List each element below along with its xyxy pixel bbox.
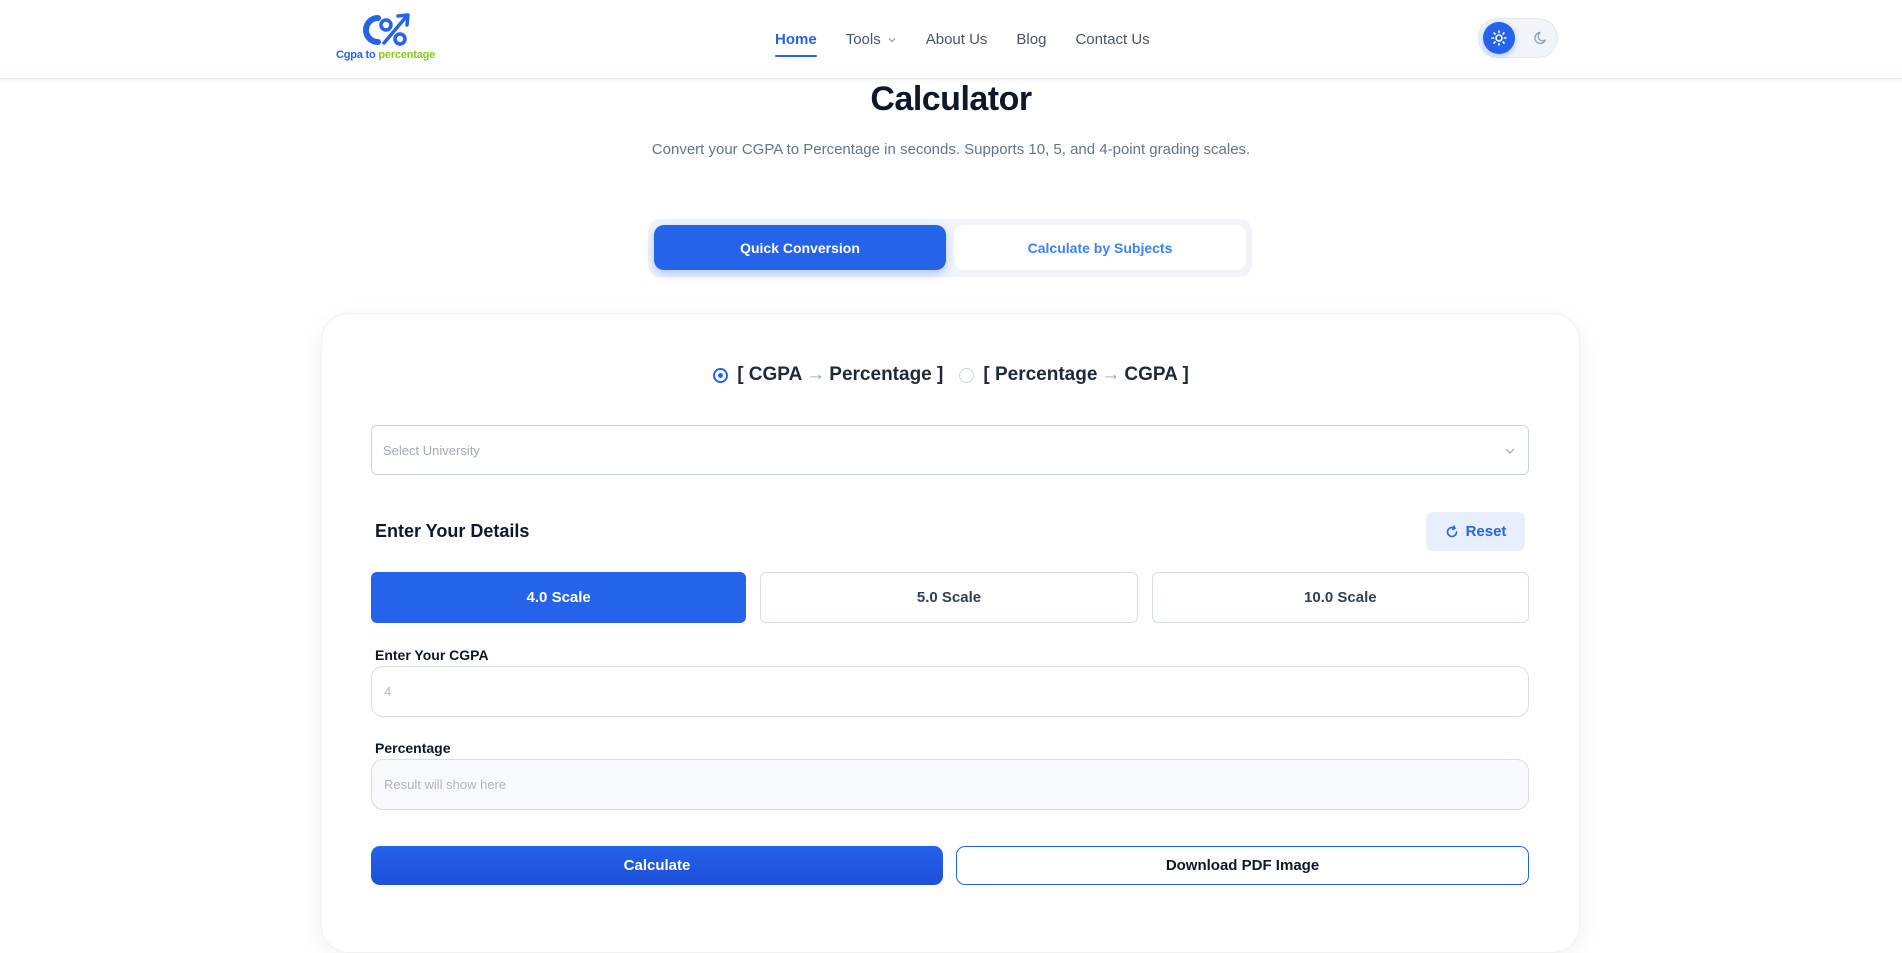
tab-calculate-by-subjects[interactable]: Calculate by Subjects xyxy=(954,225,1246,270)
nav-home-label: Home xyxy=(775,31,817,48)
refresh-icon xyxy=(1446,524,1457,537)
nav-blog[interactable]: Blog xyxy=(1016,0,1046,79)
page-title: Calculator xyxy=(870,80,1032,118)
logo-icon xyxy=(363,13,410,46)
cgpa-input[interactable]: 4 xyxy=(371,666,1529,717)
option-cgpa-to-percentage[interactable]: [ CGPA → Percentage ] xyxy=(713,364,943,386)
moon-icon xyxy=(1534,31,1547,45)
theme-toggle[interactable] xyxy=(1478,18,1558,58)
percentage-output: Result will show here xyxy=(371,759,1529,810)
cgpa-field-label: Enter Your CGPA xyxy=(375,647,489,663)
mode-tabs: Quick Conversion Calculate by Subjects xyxy=(648,219,1252,277)
scale-10-button[interactable]: 10.0 Scale xyxy=(1151,572,1529,623)
university-select[interactable]: Select University xyxy=(371,425,1529,475)
option-percentage-left: [ Percentage xyxy=(983,364,1098,385)
light-mode-button[interactable] xyxy=(1483,22,1515,54)
calculate-button[interactable]: Calculate xyxy=(371,846,943,885)
radio-percentage-to-cgpa[interactable] xyxy=(959,367,975,383)
logo-text: Cgpa to percentage xyxy=(336,49,456,61)
nav-blog-label: Blog xyxy=(1016,31,1047,48)
option-percentage-right: CGPA ] xyxy=(1124,364,1189,385)
nav-about-label: About Us xyxy=(925,31,988,48)
arrow-right-icon: → xyxy=(1101,364,1121,385)
chevron-down-icon xyxy=(888,37,896,42)
logo-text-part1: Cgpa to xyxy=(336,49,379,61)
arrow-right-icon: → xyxy=(806,364,826,385)
scale-4-button[interactable]: 4.0 Scale xyxy=(371,572,747,623)
logo-text-part2: percentage xyxy=(378,49,436,61)
nav-home[interactable]: Home xyxy=(775,0,817,79)
scale-5-button[interactable]: 5.0 Scale xyxy=(760,572,1138,623)
percentage-field-label: Percentage xyxy=(375,740,451,756)
site-logo[interactable]: Cgpa to percentage xyxy=(336,12,442,64)
radio-cgpa-to-percentage[interactable] xyxy=(713,367,729,383)
university-select-placeholder: Select University xyxy=(383,442,480,458)
sun-icon xyxy=(1491,30,1507,46)
dark-mode-button[interactable] xyxy=(1525,22,1557,54)
reset-label: Reset xyxy=(1465,523,1507,540)
scale-selector: 4.0 Scale 5.0 Scale 10.0 Scale xyxy=(371,572,1529,623)
reset-button[interactable]: Reset xyxy=(1426,512,1525,551)
option-cgpa-right: Percentage ] xyxy=(829,364,944,385)
site-header: Cgpa to percentage Home Tools About Us B… xyxy=(0,0,1902,79)
conversion-direction-group: [ CGPA → Percentage ] [ Percentage → CGP… xyxy=(0,364,1902,386)
nav-tools[interactable]: Tools xyxy=(846,0,897,79)
download-pdf-button[interactable]: Download PDF Image xyxy=(956,846,1529,885)
cgpa-input-placeholder: 4 xyxy=(384,684,392,699)
tab-quick-conversion[interactable]: Quick Conversion xyxy=(654,225,946,270)
nav-contact-us[interactable]: Contact Us xyxy=(1075,0,1149,79)
percentage-output-placeholder: Result will show here xyxy=(384,777,507,792)
option-cgpa-left: [ CGPA xyxy=(737,364,803,385)
nav-about-us[interactable]: About Us xyxy=(926,0,988,79)
chevron-down-icon xyxy=(1505,448,1515,454)
details-heading: Enter Your Details xyxy=(375,521,530,541)
nav-tools-label: Tools xyxy=(845,31,881,48)
nav-contact-label: Contact Us xyxy=(1075,31,1150,48)
page-subtitle: Convert your CGPA to Percentage in secon… xyxy=(651,141,1251,158)
main-nav: Home Tools About Us Blog Contact Us xyxy=(775,0,1179,79)
option-percentage-to-cgpa[interactable]: [ Percentage → CGPA ] xyxy=(959,364,1189,386)
